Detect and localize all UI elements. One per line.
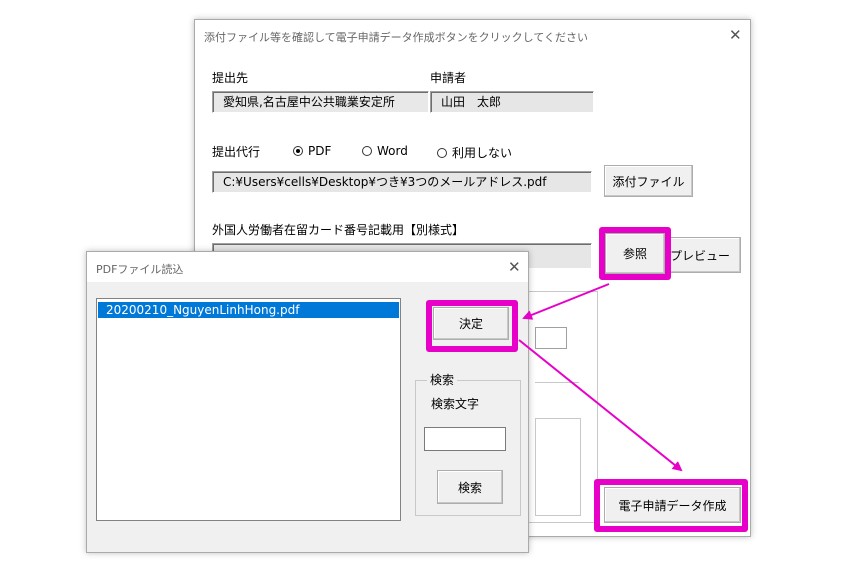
arrow-ok-to-create — [518, 339, 683, 472]
arrow-overlay — [518, 283, 683, 472]
arrow-browse-to-ok — [522, 283, 610, 320]
